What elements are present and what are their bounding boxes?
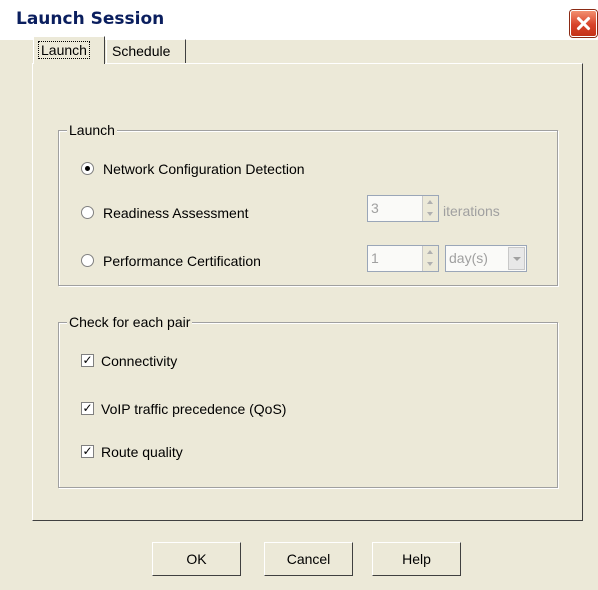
tab-launch[interactable]: Launch xyxy=(33,36,105,64)
title-bar: Launch Session xyxy=(0,0,598,40)
radio-button[interactable] xyxy=(81,254,94,267)
checkbox-label: Connectivity xyxy=(101,353,178,369)
radio-label: Network Configuration Detection xyxy=(103,161,305,177)
check-group: Check for each pair ✓ Connectivity ✓ VoI… xyxy=(58,314,558,488)
iterations-unit-label: iterations xyxy=(443,203,500,219)
help-button[interactable]: Help xyxy=(372,542,461,576)
checkbox-checked[interactable]: ✓ xyxy=(81,354,94,367)
ok-button[interactable]: OK xyxy=(152,542,241,576)
radio-button[interactable] xyxy=(81,206,94,219)
radio-label: Readiness Assessment xyxy=(103,205,249,221)
close-icon[interactable] xyxy=(570,10,597,37)
duration-value: 1 xyxy=(371,250,379,266)
duration-unit-select[interactable]: day(s) xyxy=(445,245,527,272)
tab-schedule[interactable]: Schedule xyxy=(106,39,186,63)
tab-launch-label: Launch xyxy=(38,41,90,59)
window-title: Launch Session xyxy=(16,9,165,29)
spinner-arrows-icon[interactable] xyxy=(422,196,438,221)
iterations-value: 3 xyxy=(371,200,379,216)
duration-spinner[interactable]: 1 xyxy=(367,245,439,272)
checkbox-checked[interactable]: ✓ xyxy=(81,402,94,415)
check-group-legend: Check for each pair xyxy=(67,314,193,330)
radio-label: Performance Certification xyxy=(103,253,261,269)
tab-schedule-label: Schedule xyxy=(112,43,171,59)
spinner-arrows-icon[interactable] xyxy=(422,246,438,271)
checkbox-label: VoIP traffic precedence (QoS) xyxy=(101,401,287,417)
launch-group-legend: Launch xyxy=(67,122,117,138)
chevron-down-icon[interactable] xyxy=(508,247,525,270)
radio-button-selected[interactable] xyxy=(81,162,94,175)
checkbox-label: Route quality xyxy=(101,444,183,460)
cancel-button[interactable]: Cancel xyxy=(264,542,353,576)
duration-unit-value: day(s) xyxy=(449,250,488,266)
checkbox-checked[interactable]: ✓ xyxy=(81,445,94,458)
iterations-spinner[interactable]: 3 xyxy=(367,195,439,222)
